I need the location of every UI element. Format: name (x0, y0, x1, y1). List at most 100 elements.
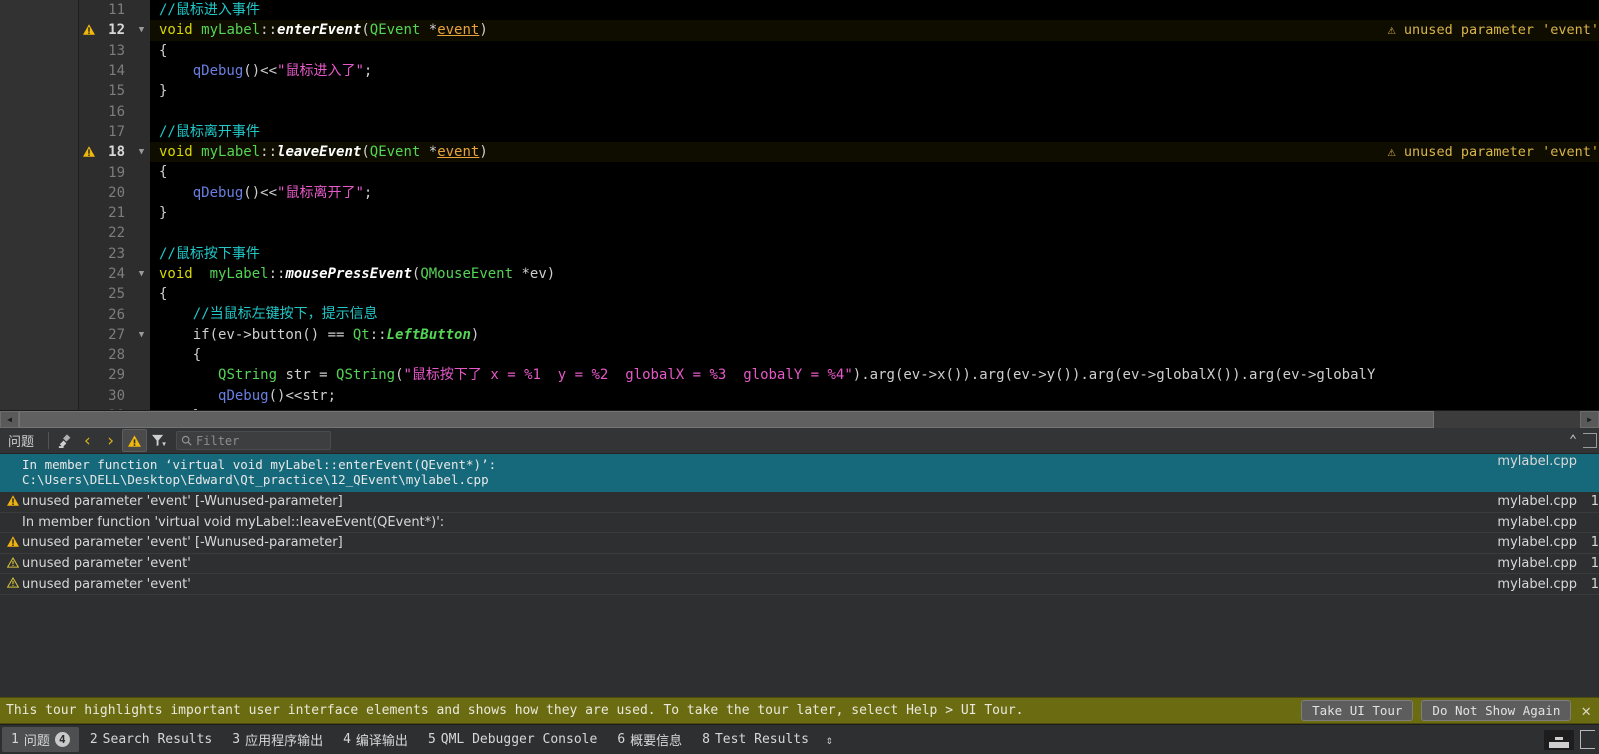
code-line[interactable]: 25 { (79, 284, 1599, 305)
code-token: { (159, 42, 168, 59)
code-editor[interactable]: 11 //鼠标进入事件12 ▼ void myLabel::enterEvent(QE… (79, 0, 1599, 410)
code-line[interactable]: 20 qDebug()<<"鼠标离开了"; (79, 182, 1599, 203)
editor-gutter[interactable]: 23 (79, 243, 150, 264)
progress-details-icon[interactable] (1544, 729, 1574, 750)
code-line[interactable]: 19 { (79, 162, 1599, 183)
right-sidebar-toggle-icon[interactable] (1580, 730, 1595, 749)
editor-gutter[interactable]: 24 ▼ (79, 263, 150, 285)
code-text: QString str = QString("鼠标按下了 x = %1 y = … (150, 365, 1599, 385)
code-line[interactable]: 18 ▼ void myLabel::leaveEvent(QEvent *even… (79, 142, 1599, 163)
editor-gutter[interactable]: 11 (79, 0, 150, 21)
issue-row[interactable]: In member function ‘virtual void myLabel… (0, 454, 1599, 492)
editor-gutter[interactable]: 22 (79, 223, 150, 244)
issue-row[interactable]: In member function 'virtual void myLabel… (0, 513, 1599, 534)
editor-horizontal-scrollbar[interactable]: ◀ ▶ (0, 410, 1599, 428)
line-number: 30 (108, 387, 125, 404)
editor-gutter[interactable]: 12 ▼ (79, 20, 150, 41)
code-line[interactable]: 29 QString str = QString("鼠标按下了 x = %1 y… (79, 365, 1599, 386)
issue-row[interactable]: unused parameter 'event' mylabel.cpp 1 (0, 554, 1599, 575)
code-token: LeftButton (386, 326, 471, 343)
issues-list[interactable]: In member function ‘virtual void myLabel… (0, 454, 1599, 697)
filter-dropdown-icon[interactable] (147, 430, 170, 451)
output-tab-3[interactable]: 3 应用程序输出 (223, 727, 332, 752)
output-tab-6[interactable]: 6 概要信息 (608, 727, 691, 752)
fold-toggle-icon[interactable]: ▼ (133, 330, 150, 340)
code-line[interactable]: 22 (79, 223, 1599, 244)
editor-gutter[interactable]: 15 (79, 81, 150, 102)
code-line[interactable]: 14 qDebug()<<"鼠标进入了"; (79, 60, 1599, 82)
issue-row[interactable]: unused parameter 'event' mylabel.cpp 1 (0, 574, 1599, 595)
output-pane-updown-icon[interactable]: ⇕ (826, 733, 833, 747)
filter-warnings-icon[interactable] (122, 429, 148, 452)
warning-icon (79, 145, 99, 159)
editor-gutter[interactable]: 16 (79, 101, 150, 122)
tab-number: 5 (427, 732, 436, 747)
tab-label: 应用程序输出 (245, 734, 324, 749)
code-line[interactable]: 13 { (79, 40, 1599, 61)
previous-issue-icon[interactable]: ‹ (76, 430, 99, 451)
scrollbar-track[interactable] (19, 411, 1580, 428)
fold-toggle-icon[interactable]: ▼ (133, 25, 150, 35)
fold-toggle-icon[interactable]: ▼ (133, 269, 150, 279)
editor-gutter[interactable]: 28 (79, 345, 150, 366)
issue-row[interactable]: unused parameter 'event' [-Wunused-param… (0, 533, 1599, 554)
editor-gutter[interactable]: 30 (79, 385, 150, 406)
code-line[interactable]: 30 qDebug()<<str; (79, 385, 1599, 406)
editor-gutter[interactable]: 31 (79, 405, 150, 410)
code-line[interactable]: 24 ▼ void myLabel::mousePressEvent(QMouseE… (79, 263, 1599, 285)
close-icon[interactable]: ✕ (1579, 701, 1593, 720)
clear-issues-icon[interactable] (53, 430, 76, 451)
minimize-panel-icon[interactable]: ⌃ (1569, 433, 1577, 448)
code-line[interactable]: 26 //当鼠标左键按下，提示信息 (79, 304, 1599, 325)
editor-gutter[interactable]: 13 (79, 40, 150, 61)
editor-gutter[interactable]: 18 ▼ (79, 142, 150, 163)
next-issue-icon[interactable]: › (99, 430, 122, 451)
scrollbar-thumb[interactable] (19, 411, 1434, 428)
code-line[interactable]: 23 //鼠标按下事件 (79, 243, 1599, 264)
fold-toggle-icon[interactable]: ▼ (133, 147, 150, 157)
do-not-show-again-button[interactable]: Do Not Show Again (1421, 700, 1572, 721)
code-token: "鼠标进入了" (277, 62, 364, 79)
scroll-left-button[interactable]: ◀ (0, 411, 19, 428)
take-ui-tour-button[interactable]: Take UI Tour (1301, 700, 1414, 721)
maximize-panel-icon[interactable] (1583, 433, 1597, 448)
code-token: str = (277, 367, 337, 384)
output-tab-4[interactable]: 4 编译输出 (334, 727, 417, 752)
code-text: //鼠标离开事件 (150, 122, 1599, 142)
code-line[interactable]: 17 //鼠标离开事件 (79, 121, 1599, 143)
editor-gutter[interactable]: 25 (79, 284, 150, 305)
output-tab-5[interactable]: 5 QML Debugger Console (419, 729, 606, 750)
editor-gutter[interactable]: 20 (79, 182, 150, 203)
tab-label: 编译输出 (355, 734, 408, 749)
editor-gutter[interactable]: 21 (79, 202, 150, 224)
code-line[interactable]: 27 ▼ if(ev->button() == Qt::LeftButton) (79, 324, 1599, 346)
line-number: 13 (108, 42, 125, 59)
left-sidebar-rail[interactable] (0, 0, 79, 410)
line-number: 29 (108, 367, 125, 384)
output-tab-8[interactable]: 8 Test Results (693, 729, 818, 750)
issue-file: mylabel.cpp (1497, 576, 1577, 592)
line-number: 24 (108, 266, 125, 282)
editor-gutter[interactable]: 14 (79, 60, 150, 82)
scroll-right-button[interactable]: ▶ (1580, 411, 1599, 428)
editor-gutter[interactable]: 17 (79, 121, 150, 143)
code-line[interactable]: 12 ▼ void myLabel::enterEvent(QEvent *even… (79, 20, 1599, 41)
code-line[interactable]: 28 { (79, 345, 1599, 366)
editor-gutter[interactable]: 29 (79, 365, 150, 386)
code-line[interactable]: 16 (79, 101, 1599, 122)
output-tab-1[interactable]: 1 问题 4 (2, 727, 79, 752)
code-line[interactable]: 31 } (79, 405, 1599, 410)
editor-gutter[interactable]: 19 (79, 162, 150, 183)
issue-row[interactable]: unused parameter 'event' [-Wunused-param… (0, 492, 1599, 513)
editor-gutter[interactable]: 26 (79, 304, 150, 325)
code-token: void (159, 265, 193, 282)
code-token: ( (361, 22, 370, 39)
code-line[interactable]: 11 //鼠标进入事件 (79, 0, 1599, 21)
filter-input[interactable]: Filter (176, 431, 332, 450)
code-line[interactable]: 15} (79, 81, 1599, 102)
editor-gutter[interactable]: 27 ▼ (79, 324, 150, 346)
code-line[interactable]: 21} (79, 202, 1599, 224)
code-token: //鼠标进入事件 (159, 2, 260, 18)
output-tab-2[interactable]: 2 Search Results (81, 729, 221, 750)
inline-warning-annotation: ⚠ unused parameter 'event' (1387, 144, 1599, 161)
